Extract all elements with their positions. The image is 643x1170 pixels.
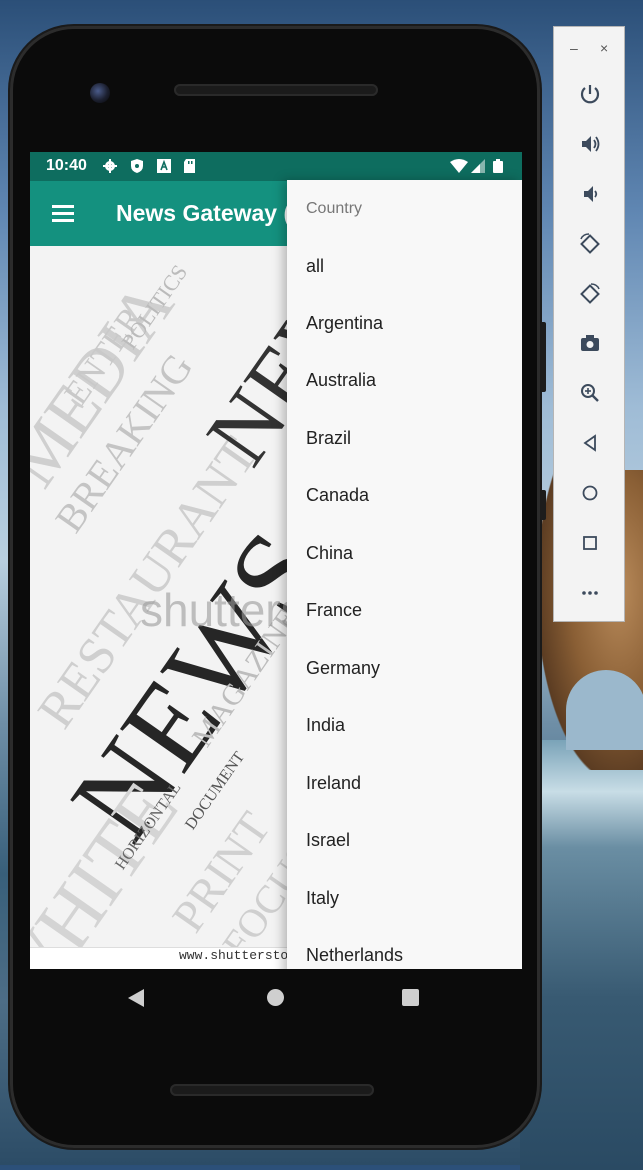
power-icon[interactable]	[574, 78, 606, 110]
country-option-italy[interactable]: Italy	[287, 870, 522, 927]
option-label: Israel	[306, 830, 351, 850]
volume-side-button	[540, 322, 546, 392]
wifi-icon	[450, 159, 468, 173]
option-label: Germany	[306, 658, 381, 678]
option-label: China	[306, 543, 354, 563]
emulator-toolbar: – ×	[553, 26, 625, 622]
country-option-india[interactable]: India	[287, 697, 522, 754]
country-dropdown: Country all Argentina Australia Brazil C…	[287, 180, 522, 969]
option-label: all	[306, 256, 325, 276]
gear-icon	[103, 159, 117, 173]
country-option-germany[interactable]: Germany	[287, 640, 522, 697]
option-label: Netherlands	[306, 945, 404, 965]
country-option-israel[interactable]: Israel	[287, 812, 522, 869]
option-label: Brazil	[306, 428, 352, 448]
device-screen: 10:40 News Gateway (MEDIA BREAKING ENTE…	[30, 152, 522, 969]
app-title: News Gateway (	[116, 200, 292, 226]
power-side-button	[540, 490, 546, 520]
home-icon[interactable]	[267, 989, 284, 1006]
option-label: France	[306, 600, 363, 620]
country-option-canada[interactable]: Canada	[287, 467, 522, 524]
volume-down-icon[interactable]	[574, 178, 606, 210]
desktop-rock-arch	[566, 670, 643, 750]
country-option-argentina[interactable]: Argentina	[287, 295, 522, 352]
battery-icon	[493, 159, 503, 173]
country-option-netherlands[interactable]: Netherlands	[287, 927, 522, 969]
country-option-france[interactable]: France	[287, 582, 522, 639]
rotate-left-icon[interactable]	[574, 228, 606, 260]
option-label: Australia	[306, 370, 377, 390]
minimize-button[interactable]: –	[570, 40, 578, 56]
option-label: Italy	[306, 888, 340, 908]
close-button[interactable]: ×	[600, 40, 608, 56]
country-option-australia[interactable]: Australia	[287, 352, 522, 409]
country-option-brazil[interactable]: Brazil	[287, 410, 522, 467]
hamburger-menu-icon[interactable]	[52, 205, 74, 222]
back-icon[interactable]	[574, 427, 606, 459]
font-icon	[157, 159, 171, 173]
sd-card-icon	[184, 159, 195, 173]
earpiece-speaker	[174, 84, 378, 96]
option-label: Ireland	[306, 773, 362, 793]
camera-icon[interactable]	[574, 327, 606, 359]
front-camera	[90, 83, 110, 103]
rotate-right-icon[interactable]	[574, 278, 606, 310]
status-time: 10:40	[46, 157, 87, 174]
country-option-china[interactable]: China	[287, 525, 522, 582]
option-label: Argentina	[306, 313, 384, 333]
overview-icon[interactable]	[574, 527, 606, 559]
signal-icon	[471, 159, 485, 173]
dropdown-header: Country	[306, 200, 363, 217]
home-icon[interactable]	[574, 477, 606, 509]
country-option-all[interactable]: all	[287, 238, 522, 295]
recents-icon[interactable]	[402, 989, 419, 1006]
option-label: Canada	[306, 485, 370, 505]
system-nav-bar	[30, 969, 522, 1027]
more-icon[interactable]	[574, 577, 606, 609]
shield-icon	[131, 159, 143, 173]
back-icon[interactable]	[128, 989, 144, 1007]
bottom-speaker	[170, 1084, 374, 1096]
zoom-icon[interactable]	[574, 377, 606, 409]
status-bar: 10:40	[30, 152, 522, 181]
volume-up-icon[interactable]	[574, 128, 606, 160]
option-label: India	[306, 715, 346, 735]
country-option-ireland[interactable]: Ireland	[287, 755, 522, 812]
